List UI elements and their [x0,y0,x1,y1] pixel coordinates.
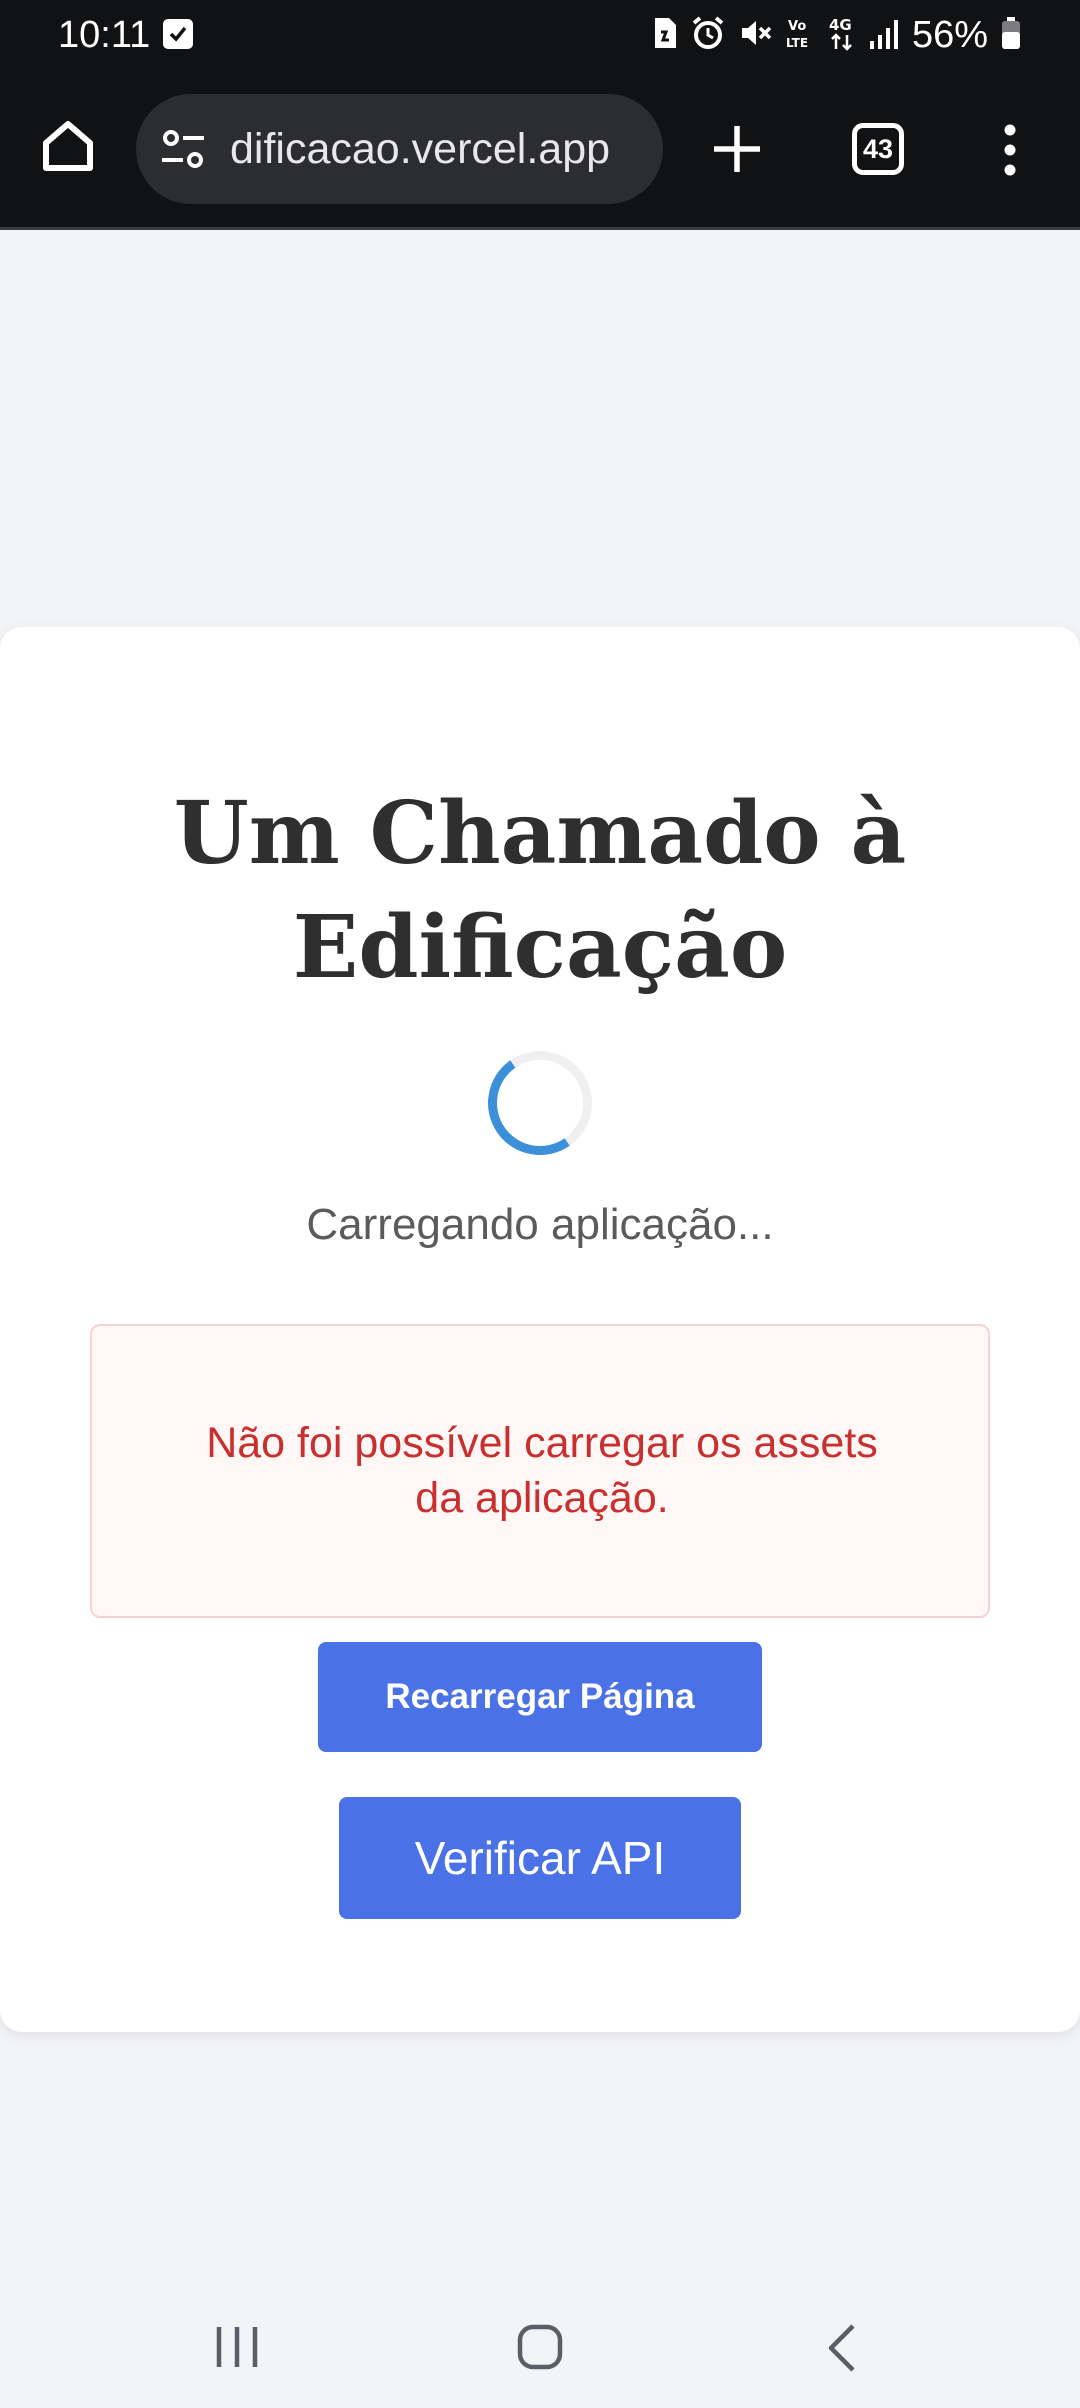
volte-icon: Vo LTE [786,15,816,56]
page-title: Um Chamado à Edificação [0,777,1080,1005]
error-line-1: Não foi possível carregar os assets [206,1419,878,1467]
status-time: 10:11 [58,14,151,56]
signal-icon [868,15,900,56]
mute-icon [738,15,774,56]
alarm-icon [690,15,726,56]
4g-icon: 4G [828,15,856,56]
status-bar: 10:11 Vo LTE 4G 56% [0,0,1080,70]
address-bar[interactable]: dificacao.vercel.app [136,94,663,204]
home-icon[interactable] [38,116,98,176]
tabs-icon[interactable]: 43 [852,123,904,175]
system-nav-bar [0,2260,1080,2408]
battery-percent: 56% [911,14,988,56]
reload-page-button[interactable]: Recarregar Página [318,1642,762,1752]
back-icon[interactable] [823,2322,863,2374]
status-icons: Vo LTE 4G 56% [652,10,1022,60]
browser-toolbar: dificacao.vercel.app 43 [0,70,1080,230]
sim-icon [652,16,678,55]
title-line-1: Um Chamado à [173,783,907,884]
title-line-2: Edificação [292,897,788,998]
battery-icon [1000,15,1022,56]
svg-text:LTE: LTE [786,36,808,50]
check-icon [163,19,193,49]
loading-card: Um Chamado à Edificação Carregando aplic… [0,627,1080,2032]
menu-icon[interactable] [990,122,1030,178]
site-settings-icon[interactable] [158,124,208,174]
url-text[interactable]: dificacao.vercel.app [230,94,610,204]
new-tab-icon[interactable] [710,122,764,176]
loading-text: Carregando aplicação... [306,1200,774,1249]
loading-spinner [479,1042,601,1164]
recents-icon[interactable] [212,2324,262,2370]
home-icon[interactable] [515,2322,565,2372]
error-box: Não foi possível carregar os assets da a… [90,1324,990,1618]
svg-text:Vo: Vo [788,19,806,34]
svg-text:4G: 4G [829,16,852,34]
error-line-2: da aplicação. [415,1474,669,1522]
check-api-button[interactable]: Verificar API [339,1797,741,1919]
error-message: Não foi possível carregar os assets da a… [152,1416,932,1526]
